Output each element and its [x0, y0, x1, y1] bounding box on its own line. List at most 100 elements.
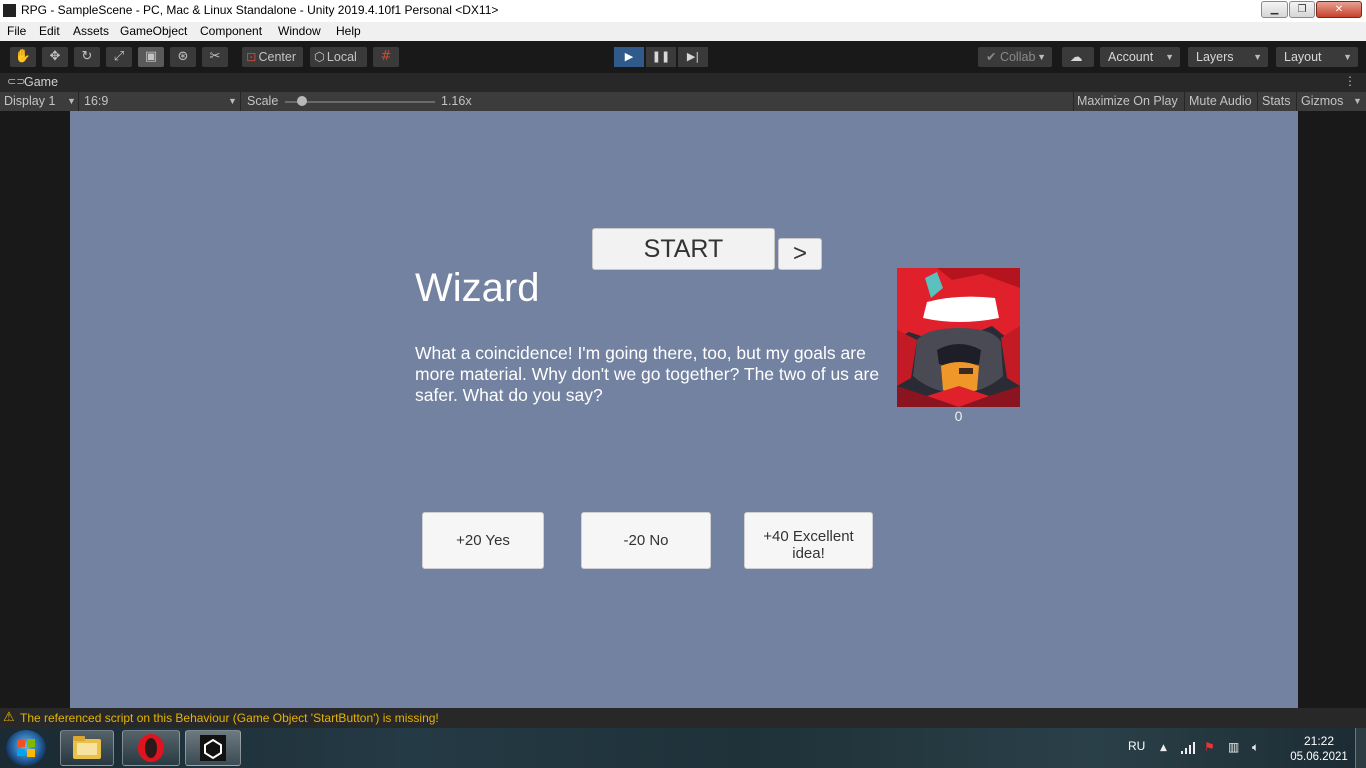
- rect-icon: ▣: [144, 49, 158, 64]
- close-button[interactable]: ✕: [1316, 1, 1362, 18]
- scale-slider-thumb[interactable]: [297, 96, 307, 106]
- scale-tool-button[interactable]: ⤢: [106, 47, 132, 67]
- pause-button[interactable]: ❚❚: [646, 47, 676, 67]
- npc-name: Wizard: [415, 266, 540, 310]
- scale-slider[interactable]: [285, 101, 435, 103]
- menu-window[interactable]: Window: [278, 24, 321, 38]
- play-button[interactable]: ▶: [614, 47, 644, 67]
- rect-tool-button[interactable]: ▣: [138, 47, 164, 67]
- transform-tool-button[interactable]: ⊛: [170, 47, 196, 67]
- show-desktop-button[interactable]: [1355, 728, 1366, 768]
- collab-dropdown[interactable]: ✔ Collab ▼: [978, 47, 1052, 67]
- stats-toggle[interactable]: Stats: [1262, 94, 1291, 108]
- tab-menu-icon[interactable]: ⋮: [1344, 74, 1356, 88]
- chevron-down-icon: ▼: [1037, 52, 1046, 62]
- layers-dropdown[interactable]: Layers ▼: [1188, 47, 1268, 67]
- grid-snap-button[interactable]: #: [373, 47, 399, 67]
- transform-icon: ⊛: [177, 49, 189, 64]
- aspect-label: 16:9: [84, 94, 109, 108]
- step-icon: ▶|: [686, 50, 700, 63]
- volume-icon[interactable]: 🔈︎: [1252, 740, 1259, 755]
- scale-value: 1.16x: [441, 94, 472, 108]
- unity-icon: [200, 735, 226, 761]
- minimize-icon: ▁: [1270, 4, 1279, 15]
- rotate-tool-button[interactable]: ↻: [74, 47, 100, 67]
- gamepad-icon: ⊂⊃: [7, 75, 26, 88]
- pivot-icon: ⊡: [246, 50, 257, 64]
- scale-label: Scale: [247, 94, 279, 108]
- chevron-down-icon: ▼: [1253, 52, 1262, 62]
- rotate-icon: ↻: [81, 49, 93, 64]
- pivot-center-toggle[interactable]: ⊡ Center: [242, 47, 303, 67]
- display-dropdown[interactable]: Display 1: [4, 94, 55, 108]
- custom-tool-button[interactable]: ✂: [202, 47, 228, 67]
- choice-no-button[interactable]: -20 No: [581, 512, 711, 569]
- explorer-icon: [73, 736, 101, 759]
- mute-audio-toggle[interactable]: Mute Audio: [1189, 94, 1252, 108]
- layout-dropdown[interactable]: Layout ▼: [1276, 47, 1358, 67]
- menu-assets[interactable]: Assets: [73, 24, 109, 38]
- next-button[interactable]: >: [778, 238, 822, 270]
- collab-label: Collab: [999, 50, 1036, 64]
- choice-no-label: -20 No: [623, 532, 669, 549]
- opera-icon: [138, 734, 164, 762]
- layout-label: Layout: [1284, 50, 1322, 64]
- game-tab-bar: ⊂⊃ Game ⋮: [0, 73, 1366, 92]
- menu-help[interactable]: Help: [336, 24, 361, 38]
- choice-yes-button[interactable]: +20 Yes: [422, 512, 544, 569]
- choice-excellent-button[interactable]: +40 Excellent idea!: [744, 512, 873, 569]
- clock-date[interactable]: 05.06.2021: [1282, 751, 1356, 763]
- editor-toolbar: ✋ ✥ ↻ ⤢ ▣ ⊛ ✂ ⊡ Center ⬡ Local # ▶ ❚❚ ▶| ✔…: [0, 41, 1366, 73]
- chevron-down-icon: ▼: [228, 96, 237, 106]
- display-label: Display 1: [4, 94, 56, 108]
- hand-tool-button[interactable]: ✋: [10, 47, 36, 67]
- tab-game[interactable]: Game: [24, 75, 58, 89]
- game-view-toolbar: Display 1 ▼ 16:9 ▼ Scale 1.16x Maximize …: [0, 92, 1366, 111]
- score-value: 0: [954, 408, 963, 424]
- space-local-toggle[interactable]: ⬡ Local: [310, 47, 367, 67]
- gizmos-dropdown[interactable]: Gizmos: [1301, 94, 1343, 108]
- pause-icon: ❚❚: [651, 50, 671, 63]
- account-dropdown[interactable]: Account ▼: [1100, 47, 1180, 67]
- start-button[interactable]: START: [592, 228, 775, 270]
- menu-file[interactable]: File: [7, 24, 26, 38]
- taskbar-opera[interactable]: [122, 730, 180, 766]
- maximize-button[interactable]: ❐: [1289, 1, 1315, 18]
- move-tool-button[interactable]: ✥: [42, 47, 68, 67]
- tray-language[interactable]: RU: [1128, 739, 1145, 753]
- flag-icon[interactable]: ⚑: [1204, 740, 1215, 754]
- menu-edit[interactable]: Edit: [39, 24, 60, 38]
- maximize-on-play-toggle[interactable]: Maximize On Play: [1077, 94, 1178, 108]
- taskbar-unity[interactable]: [185, 730, 241, 766]
- device-icon[interactable]: ▥: [1228, 740, 1239, 754]
- unity-app-icon: [3, 4, 16, 17]
- taskbar-explorer[interactable]: [60, 730, 114, 766]
- chevron-down-icon: ▼: [1353, 96, 1362, 106]
- network-icon[interactable]: [1180, 741, 1196, 755]
- account-label: Account: [1108, 50, 1154, 64]
- custom-tool-icon: ✂: [209, 49, 221, 64]
- play-icon: ▶: [624, 50, 634, 63]
- maximize-icon: ❐: [1297, 4, 1307, 15]
- cube-icon: ⬡: [314, 50, 325, 64]
- check-icon: ✔: [986, 50, 1000, 64]
- cloud-button[interactable]: ☁: [1062, 47, 1094, 67]
- menu-gameobject[interactable]: GameObject: [120, 24, 187, 38]
- windows-logo-icon: [17, 739, 35, 757]
- clock-time[interactable]: 21:22: [1286, 734, 1352, 748]
- minimize-button[interactable]: ▁: [1261, 1, 1288, 18]
- chevron-down-icon: ▼: [1165, 52, 1174, 62]
- step-button[interactable]: ▶|: [678, 47, 708, 67]
- status-message[interactable]: The referenced script on this Behaviour …: [20, 711, 439, 725]
- window-title: RPG - SampleScene - PC, Mac & Linux Stan…: [21, 3, 499, 17]
- console-status-bar[interactable]: ⚠ The referenced script on this Behaviou…: [0, 708, 1366, 728]
- tray-expand-icon[interactable]: ▲: [1160, 743, 1167, 753]
- pivot-label: Center: [258, 50, 297, 64]
- aspect-dropdown[interactable]: 16:9: [84, 94, 108, 108]
- move-icon: ✥: [49, 49, 61, 64]
- space-label: Local: [326, 50, 357, 64]
- dialog-text: What a coincidence! I'm going there, too…: [415, 343, 880, 405]
- layers-label: Layers: [1196, 50, 1234, 64]
- menu-component[interactable]: Component: [200, 24, 262, 38]
- choice-excellent-label: +40 Excellent idea!: [763, 527, 854, 562]
